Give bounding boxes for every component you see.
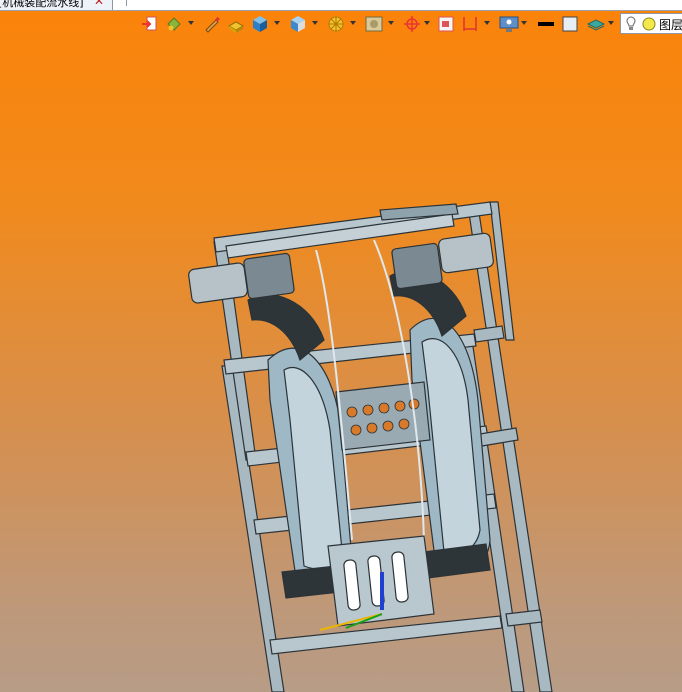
assembly-model[interactable] [0, 0, 682, 692]
